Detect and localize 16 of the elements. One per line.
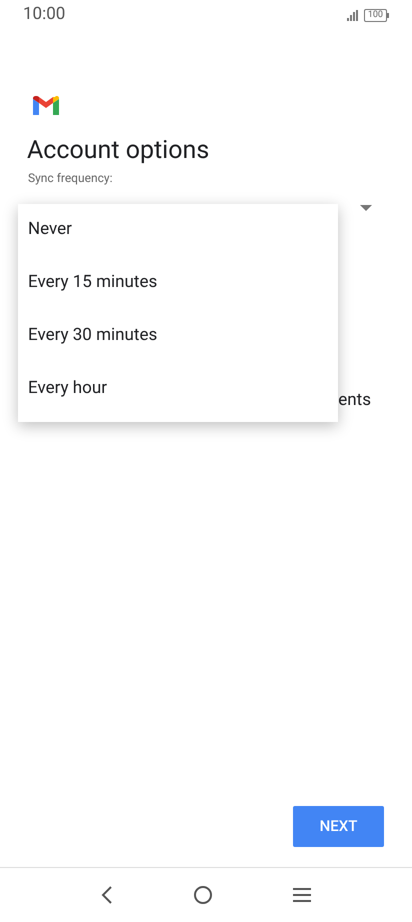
menu-option[interactable]: Never xyxy=(18,202,338,257)
next-button[interactable]: NEXT xyxy=(293,806,384,847)
menu-option[interactable]: Every hour xyxy=(18,361,338,416)
battery-icon: 100 xyxy=(364,8,389,22)
menu-icon[interactable] xyxy=(293,888,311,902)
menu-option[interactable]: Every 30 minutes xyxy=(18,308,338,363)
mail-logo-icon xyxy=(33,96,59,115)
dropdown-arrow-icon[interactable] xyxy=(360,205,372,211)
status-time: 10:00 xyxy=(23,3,66,26)
menu-option[interactable]: Every 15 minutes xyxy=(18,255,338,310)
home-icon[interactable] xyxy=(193,885,213,905)
option-text: ents xyxy=(338,389,371,411)
signal-icon xyxy=(346,10,359,20)
field-label: Sync frequency: xyxy=(28,170,114,187)
back-icon[interactable] xyxy=(101,886,113,904)
page-title: Account options xyxy=(27,135,210,167)
